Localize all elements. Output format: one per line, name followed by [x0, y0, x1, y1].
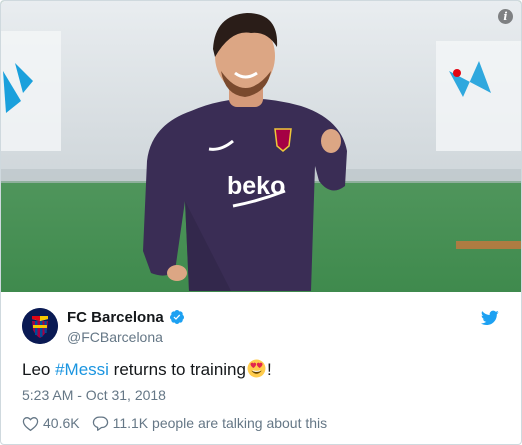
training-photo: beko: [1, 1, 521, 292]
embedded-tweet-card: beko i FC Barcelona @FCBarcelona Leo #Me…: [0, 0, 522, 445]
avatar[interactable]: [22, 308, 58, 344]
talking-count: 11.1K people are talking about this: [112, 415, 328, 431]
display-name[interactable]: FC Barcelona: [67, 309, 185, 327]
svg-text:beko: beko: [227, 172, 285, 200]
like-count: 40.6K: [43, 415, 80, 431]
fc-barcelona-crest-icon: [22, 308, 58, 344]
hashtag-link[interactable]: #Messi: [55, 360, 109, 379]
account-handle[interactable]: @FCBarcelona: [67, 329, 163, 346]
tweet-photo[interactable]: beko i: [1, 1, 521, 292]
info-icon[interactable]: i: [498, 9, 513, 24]
tweet-text-end: !: [266, 360, 272, 379]
tweet-text: Leo #Messi returns to training !: [22, 359, 272, 381]
tweet-timestamp[interactable]: 5:23 AM - Oct 31, 2018: [22, 387, 166, 404]
tweet-actions: 40.6K 11.1K people are talking about thi…: [22, 413, 327, 433]
account-name: FC Barcelona: [67, 309, 164, 326]
tweet-text-start: Leo: [22, 360, 56, 379]
like-action[interactable]: 40.6K: [22, 415, 80, 432]
conversation-action[interactable]: 11.1K people are talking about this: [92, 415, 328, 432]
twitter-bird-icon[interactable]: [481, 310, 499, 326]
verified-badge-icon: [169, 310, 184, 324]
reply-bubble-icon: [92, 415, 108, 431]
heart-icon: [22, 416, 39, 431]
tweet-text-middle: returns to training: [108, 360, 246, 379]
heart-eyes-emoji-icon: [247, 359, 266, 378]
